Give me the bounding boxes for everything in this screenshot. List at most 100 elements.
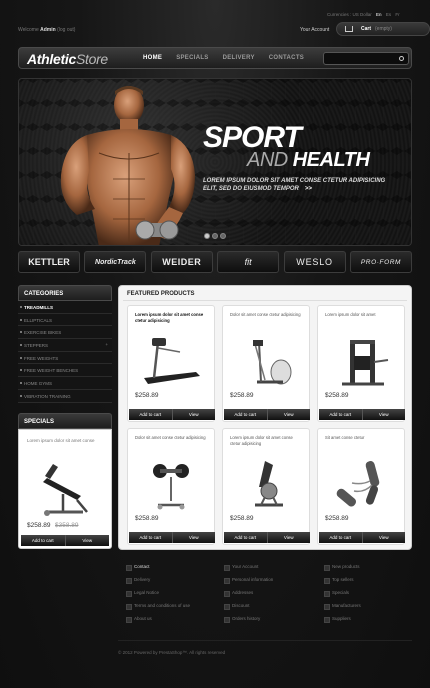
treadmill-image[interactable] (140, 334, 204, 390)
dumbbell-rack-image[interactable] (140, 457, 204, 513)
lang-es[interactable]: Es (386, 12, 391, 17)
specials-buttons: Add to cart View (21, 535, 109, 546)
search-icon[interactable] (399, 56, 404, 61)
footer-link[interactable]: New products (322, 563, 412, 576)
view-button[interactable]: View (362, 409, 405, 420)
footer-col-account: Your Account Personal information Addres… (222, 563, 312, 628)
add-to-cart-button[interactable]: Add to cart (21, 535, 66, 546)
exercise-bike-image[interactable] (235, 457, 299, 513)
featured-heading: FEATURED PRODUCTS (127, 291, 195, 297)
product-desc[interactable]: Lorem ipsum dolor sit amet conse ctetur … (135, 312, 209, 324)
brand-nordictrack[interactable]: NordicTrack (84, 251, 147, 273)
product-price: $258.89 (325, 515, 349, 522)
brand-weider[interactable]: WEIDER (150, 251, 213, 273)
top-bar: Welcome Admin (log out) Currencies : US … (18, 12, 430, 36)
product-desc[interactable]: Lorem ipsum dolor sit amet (325, 312, 399, 318)
brand-kettler[interactable]: KETTLER (18, 251, 80, 273)
product-card: Lorem ipsum dolor sit amet conse ctetur … (222, 428, 310, 545)
add-to-cart-button[interactable]: Add to cart (319, 532, 363, 543)
add-to-cart-button[interactable]: Add to cart (319, 409, 363, 420)
nav-delivery[interactable]: DELIVERY (223, 55, 255, 61)
cart-button[interactable]: Cart (empty) (336, 22, 430, 36)
nav-specials[interactable]: SPECIALS (176, 55, 208, 61)
product-price: $258.89 (135, 515, 159, 522)
main-nav: HOME SPECIALS DELIVERY CONTACTS (143, 55, 318, 61)
category-item[interactable]: ELLIPTICALS (18, 313, 112, 327)
lang-fr[interactable]: Fr (395, 12, 399, 17)
elliptical-image[interactable] (235, 334, 299, 390)
add-to-cart-button[interactable]: Add to cart (129, 532, 173, 543)
category-item[interactable]: FREE WEIGHT BENCHES (18, 364, 112, 378)
product-card: Dolor sit amet conse ctetur adipisicing … (127, 428, 215, 545)
view-button[interactable]: View (362, 532, 405, 543)
product-price: $258.89 (230, 515, 254, 522)
add-to-cart-button[interactable]: Add to cart (224, 409, 268, 420)
product-card: Lorem ipsum dolor sit amet $258.89 Add t… (317, 305, 405, 422)
footer-link[interactable]: Discount (222, 602, 312, 615)
add-to-cart-button[interactable]: Add to cart (129, 409, 173, 420)
category-item[interactable]: HOME GYMS (18, 377, 112, 390)
footer-link[interactable]: Terms and conditions of use (124, 602, 214, 615)
logout-link[interactable]: (log out) (57, 27, 75, 33)
slider-dot-1[interactable] (204, 233, 210, 239)
product-card: Lorem ipsum dolor sit amet conse ctetur … (127, 305, 215, 422)
product-card: Dolor sit amet conse ctetur adipisicing … (222, 305, 310, 422)
hero-banner[interactable]: SPORT AND HEALTH LOREM IPSUM DOLOR SIT A… (18, 78, 412, 246)
banner-title-and: AND (247, 149, 288, 171)
footer-link[interactable]: Specials (322, 589, 412, 602)
category-item[interactable]: FREE WEIGHTS (18, 351, 112, 365)
product-buttons: Add to cart View (129, 532, 215, 543)
view-button[interactable]: View (172, 532, 215, 543)
footer-link[interactable]: Your Account (222, 563, 312, 576)
category-item[interactable]: EXERCISE BIKES (18, 326, 112, 340)
brand-ifit[interactable]: fit (217, 251, 280, 273)
bench-image[interactable] (33, 460, 99, 520)
banner-title-health-word: HEALTH (292, 149, 370, 171)
view-button[interactable]: View (267, 532, 310, 543)
cart-icon (345, 26, 353, 32)
brand-proform[interactable]: PRO·FORM (349, 251, 412, 273)
footer-link[interactable]: About us (124, 615, 214, 628)
product-desc[interactable]: Dolor sit amet conse ctetur adipisicing (230, 312, 304, 318)
product-desc[interactable]: Sit amet conse ctetur (325, 435, 399, 441)
search-input[interactable] (323, 52, 409, 65)
category-item[interactable]: STEPPERS + (18, 339, 112, 352)
specials-old-price: $358.89 (55, 522, 79, 529)
brand-weslo[interactable]: WESLO (283, 251, 346, 273)
footer-link[interactable]: Top sellers (322, 576, 412, 589)
footer-link[interactable]: Manufacturers (322, 602, 412, 615)
footer-link[interactable]: Addresses (222, 589, 312, 602)
currency-selector[interactable]: Currencies : US Dollar (327, 12, 372, 17)
category-item[interactable]: VIBRATION TRAINING (18, 389, 112, 403)
your-account-link[interactable]: Your Account (300, 27, 329, 33)
home-gym-image[interactable] (330, 334, 394, 390)
nav-home[interactable]: HOME (143, 55, 162, 61)
footer-col-info: Contact Delivery Legal Notice Terms and … (124, 563, 214, 628)
category-item[interactable]: TREADMILLS (18, 301, 112, 314)
slider-dots (204, 233, 228, 239)
expand-icon[interactable]: + (105, 342, 108, 347)
specials-heading: SPECIALS (18, 413, 112, 429)
product-desc[interactable]: Dolor sit amet conse ctetur adipisicing (135, 435, 209, 441)
view-button[interactable]: View (65, 535, 109, 546)
view-button[interactable]: View (172, 409, 215, 420)
footer-link[interactable]: Orders history (222, 615, 312, 628)
footer-link[interactable]: Delivery (124, 576, 214, 589)
add-to-cart-button[interactable]: Add to cart (224, 532, 268, 543)
slider-dot-2[interactable] (212, 233, 218, 239)
footer-col-products: New products Top sellers Specials Manufa… (322, 563, 412, 628)
footer-link[interactable]: Legal Notice (124, 589, 214, 602)
footer-link[interactable]: Personal information (222, 576, 312, 589)
view-button[interactable]: View (267, 409, 310, 420)
hand-grips-image[interactable] (330, 457, 394, 513)
slider-dot-3[interactable] (220, 233, 226, 239)
nav-contacts[interactable]: CONTACTS (269, 55, 304, 61)
welcome-prefix: Welcome (18, 27, 39, 33)
banner-more-arrow[interactable]: >> (305, 186, 312, 192)
specials-desc[interactable]: Lorem ipsum dolor sit amet conse (27, 438, 105, 444)
logo[interactable]: AthleticStore (27, 51, 108, 67)
product-desc[interactable]: Lorem ipsum dolor sit amet conse ctetur … (230, 435, 304, 447)
footer-link[interactable]: Suppliers (322, 615, 412, 628)
footer-link[interactable]: Contact (124, 563, 214, 576)
lang-en[interactable]: En (376, 12, 382, 17)
